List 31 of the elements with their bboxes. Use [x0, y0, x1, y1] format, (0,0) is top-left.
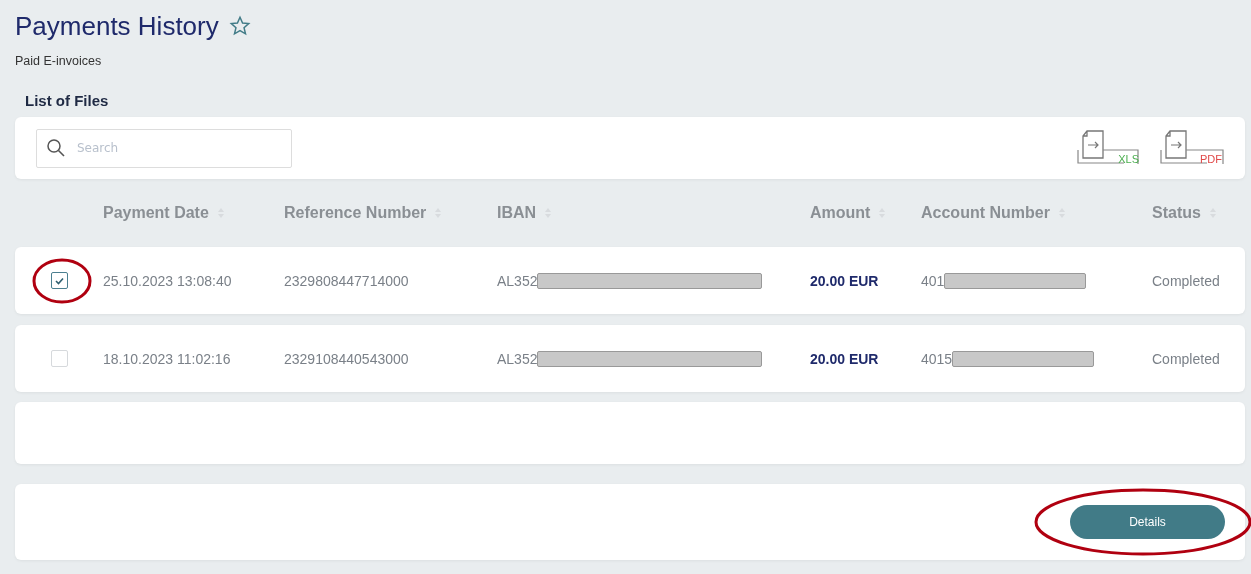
table-cell: 20.00 EUR — [810, 350, 879, 367]
table-cell: 401 — [921, 272, 945, 289]
table-cell: Completed — [1152, 272, 1220, 289]
page-subtitle: Paid E-invoices — [15, 54, 103, 68]
column-header[interactable]: Account Number — [921, 204, 1050, 222]
section-title: List of Files — [25, 92, 110, 109]
search-field[interactable]: Search — [36, 128, 292, 168]
xls-export-button[interactable]: XLS — [1074, 128, 1142, 168]
column-header[interactable]: Reference Number — [284, 204, 427, 222]
page-title: Payments History — [15, 10, 219, 42]
table-cell: 25.10.2023 13:08:40 — [103, 272, 232, 289]
row-checkbox[interactable] — [50, 272, 68, 289]
search-icon — [46, 137, 66, 158]
details-button[interactable]: Details — [1070, 505, 1225, 539]
table-cell: 2329808447714000 — [284, 272, 409, 289]
table-cell: 2329108440543000 — [284, 350, 409, 367]
column-header[interactable]: Status — [1152, 204, 1201, 222]
table-cell: 18.10.2023 11:02:16 — [103, 350, 231, 367]
table-row[interactable]: 18.10.2023 11:02:16 2329108440543000 AL352 20.00 EUR 4015 Completed — [15, 325, 1245, 392]
checkmark-icon — [54, 276, 64, 285]
pdf-export-button[interactable]: PDF — [1157, 128, 1225, 168]
table-cell: 4015 — [921, 350, 953, 367]
table-cell: AL352 — [497, 272, 538, 289]
table-row[interactable]: 25.10.2023 13:08:40 2329808447714000 AL352 20.00 EUR 401 Completed — [15, 247, 1245, 314]
column-header[interactable]: IBAN — [497, 204, 537, 222]
table-cell: AL352 — [497, 350, 538, 367]
table-cell: Completed — [1152, 350, 1220, 367]
star-icon[interactable] — [228, 15, 251, 37]
column-header[interactable]: Payment Date — [103, 204, 209, 222]
table-cell: 20.00 EUR — [810, 272, 879, 289]
column-header[interactable]: Amount — [810, 204, 871, 222]
